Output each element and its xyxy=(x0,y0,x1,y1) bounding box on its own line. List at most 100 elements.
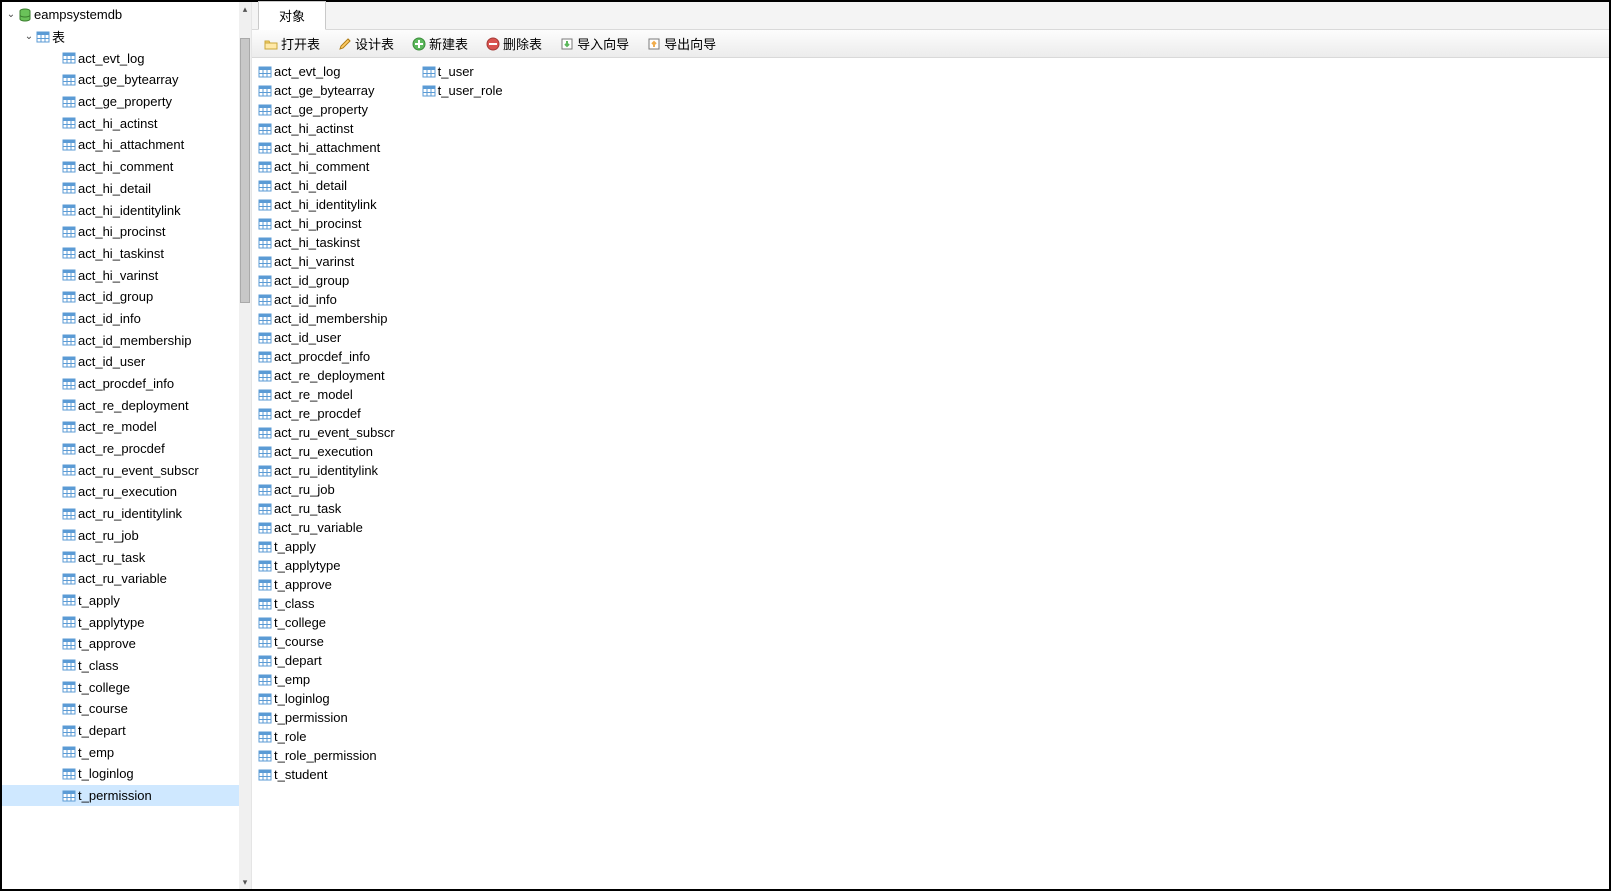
tree-tables-folder[interactable]: ⌄ 表 xyxy=(2,26,251,48)
tree-table-item[interactable]: act_hi_taskinst xyxy=(2,243,251,265)
object-table-item[interactable]: act_hi_actinst xyxy=(258,119,418,138)
object-table-item[interactable]: t_user xyxy=(422,62,582,81)
object-table-item[interactable]: t_student xyxy=(258,765,418,784)
tree-table-item[interactable]: act_hi_identitylink xyxy=(2,199,251,221)
tree-table-item[interactable]: act_ru_task xyxy=(2,546,251,568)
delete-table-button[interactable]: 删除表 xyxy=(482,32,546,55)
tree-table-item[interactable]: act_ru_event_subscr xyxy=(2,459,251,481)
tree-table-item[interactable]: act_id_membership xyxy=(2,329,251,351)
chevron-down-icon[interactable]: ⌄ xyxy=(4,9,18,20)
tree-table-item[interactable]: t_class xyxy=(2,655,251,677)
object-table-item[interactable]: act_procdef_info xyxy=(258,347,418,366)
chevron-down-icon[interactable]: ⌄ xyxy=(22,31,36,42)
object-table-item[interactable]: act_re_model xyxy=(258,385,418,404)
tree-table-item[interactable]: t_course xyxy=(2,698,251,720)
object-table-item[interactable]: act_hi_taskinst xyxy=(258,233,418,252)
tree-table-label: t_permission xyxy=(76,788,152,803)
object-table-item[interactable]: t_user_role xyxy=(422,81,582,100)
object-table-item[interactable]: t_emp xyxy=(258,670,418,689)
object-table-item[interactable]: act_ru_identitylink xyxy=(258,461,418,480)
tree-table-item[interactable]: act_re_model xyxy=(2,416,251,438)
tree-table-item[interactable]: act_id_group xyxy=(2,286,251,308)
scroll-up-icon[interactable]: ▴ xyxy=(239,2,251,16)
import-wizard-button[interactable]: 导入向导 xyxy=(556,32,633,55)
object-table-item[interactable]: t_applytype xyxy=(258,556,418,575)
object-table-item[interactable]: act_id_membership xyxy=(258,309,418,328)
tree-table-item[interactable]: t_apply xyxy=(2,590,251,612)
object-table-item[interactable]: act_ru_event_subscr xyxy=(258,423,418,442)
object-table-item[interactable]: act_hi_procinst xyxy=(258,214,418,233)
object-table-label: act_procdef_info xyxy=(272,349,370,364)
tree-table-item[interactable]: act_hi_comment xyxy=(2,156,251,178)
object-table-item[interactable]: act_hi_comment xyxy=(258,157,418,176)
scrollbar-track[interactable] xyxy=(239,16,251,875)
object-table-item[interactable]: act_hi_detail xyxy=(258,176,418,195)
tree-table-item[interactable]: act_procdef_info xyxy=(2,373,251,395)
tree-table-item[interactable]: act_ge_property xyxy=(2,91,251,113)
tree-table-item[interactable]: t_depart xyxy=(2,720,251,742)
tree-table-item[interactable]: t_permission xyxy=(2,785,251,807)
object-table-item[interactable]: t_college xyxy=(258,613,418,632)
object-table-item[interactable]: t_role_permission xyxy=(258,746,418,765)
object-table-item[interactable]: act_ge_bytearray xyxy=(258,81,418,100)
table-icon xyxy=(62,442,76,456)
tree-table-item[interactable]: act_ru_variable xyxy=(2,568,251,590)
design-table-button[interactable]: 设计表 xyxy=(334,32,398,55)
open-table-button[interactable]: 打开表 xyxy=(260,32,324,55)
object-table-item[interactable]: act_ru_task xyxy=(258,499,418,518)
object-table-item[interactable]: t_class xyxy=(258,594,418,613)
export-wizard-button[interactable]: 导出向导 xyxy=(643,32,720,55)
object-table-label: t_user_role xyxy=(436,83,503,98)
tree-table-item[interactable]: act_ge_bytearray xyxy=(2,69,251,91)
tree-table-item[interactable]: act_hi_detail xyxy=(2,178,251,200)
object-table-item[interactable]: act_hi_varinst xyxy=(258,252,418,271)
tree-table-label: t_loginlog xyxy=(76,766,134,781)
object-table-item[interactable]: act_ge_property xyxy=(258,100,418,119)
object-table-item[interactable]: t_course xyxy=(258,632,418,651)
table-icon xyxy=(258,730,272,744)
object-table-item[interactable]: act_id_info xyxy=(258,290,418,309)
object-table-item[interactable]: t_permission xyxy=(258,708,418,727)
tree-table-item[interactable]: act_ru_execution xyxy=(2,481,251,503)
object-table-item[interactable]: t_loginlog xyxy=(258,689,418,708)
tree-table-item[interactable]: act_hi_varinst xyxy=(2,264,251,286)
tree-table-item[interactable]: act_id_user xyxy=(2,351,251,373)
object-table-item[interactable]: act_re_procdef xyxy=(258,404,418,423)
tree-table-item[interactable]: act_re_procdef xyxy=(2,438,251,460)
tree-table-item[interactable]: t_college xyxy=(2,676,251,698)
object-table-item[interactable]: t_role xyxy=(258,727,418,746)
tree-table-item[interactable]: t_emp xyxy=(2,741,251,763)
tree-table-item[interactable]: act_hi_procinst xyxy=(2,221,251,243)
object-table-item[interactable]: act_re_deployment xyxy=(258,366,418,385)
tree-table-item[interactable]: t_applytype xyxy=(2,611,251,633)
sidebar-scrollbar[interactable]: ▴ ▾ xyxy=(239,2,251,889)
object-table-item[interactable]: act_evt_log xyxy=(258,62,418,81)
object-table-item[interactable]: act_id_group xyxy=(258,271,418,290)
tree-table-item[interactable]: act_hi_attachment xyxy=(2,134,251,156)
tree-table-item[interactable]: t_loginlog xyxy=(2,763,251,785)
object-table-label: t_user xyxy=(436,64,474,79)
table-icon xyxy=(62,398,76,412)
tree-table-item[interactable]: t_approve xyxy=(2,633,251,655)
tree-table-item[interactable]: act_ru_identitylink xyxy=(2,503,251,525)
object-table-item[interactable]: act_hi_attachment xyxy=(258,138,418,157)
new-table-button[interactable]: 新建表 xyxy=(408,32,472,55)
object-table-item[interactable]: act_id_user xyxy=(258,328,418,347)
object-table-item[interactable]: act_ru_job xyxy=(258,480,418,499)
tab-objects[interactable]: 对象 xyxy=(258,1,326,30)
tree-table-item[interactable]: act_hi_actinst xyxy=(2,112,251,134)
tree-db-node[interactable]: ⌄ eampsystemdb xyxy=(2,4,251,26)
tree-table-item[interactable]: act_re_deployment xyxy=(2,394,251,416)
object-table-item[interactable]: act_ru_variable xyxy=(258,518,418,537)
object-table-item[interactable]: act_hi_identitylink xyxy=(258,195,418,214)
scrollbar-thumb[interactable] xyxy=(240,38,250,303)
object-table-item[interactable]: t_depart xyxy=(258,651,418,670)
object-table-item[interactable]: t_apply xyxy=(258,537,418,556)
table-icon xyxy=(62,550,76,564)
tree-table-item[interactable]: act_id_info xyxy=(2,308,251,330)
object-table-item[interactable]: t_approve xyxy=(258,575,418,594)
tree-table-item[interactable]: act_ru_job xyxy=(2,525,251,547)
scroll-down-icon[interactable]: ▾ xyxy=(239,875,251,889)
tree-table-item[interactable]: act_evt_log xyxy=(2,47,251,69)
object-table-item[interactable]: act_ru_execution xyxy=(258,442,418,461)
